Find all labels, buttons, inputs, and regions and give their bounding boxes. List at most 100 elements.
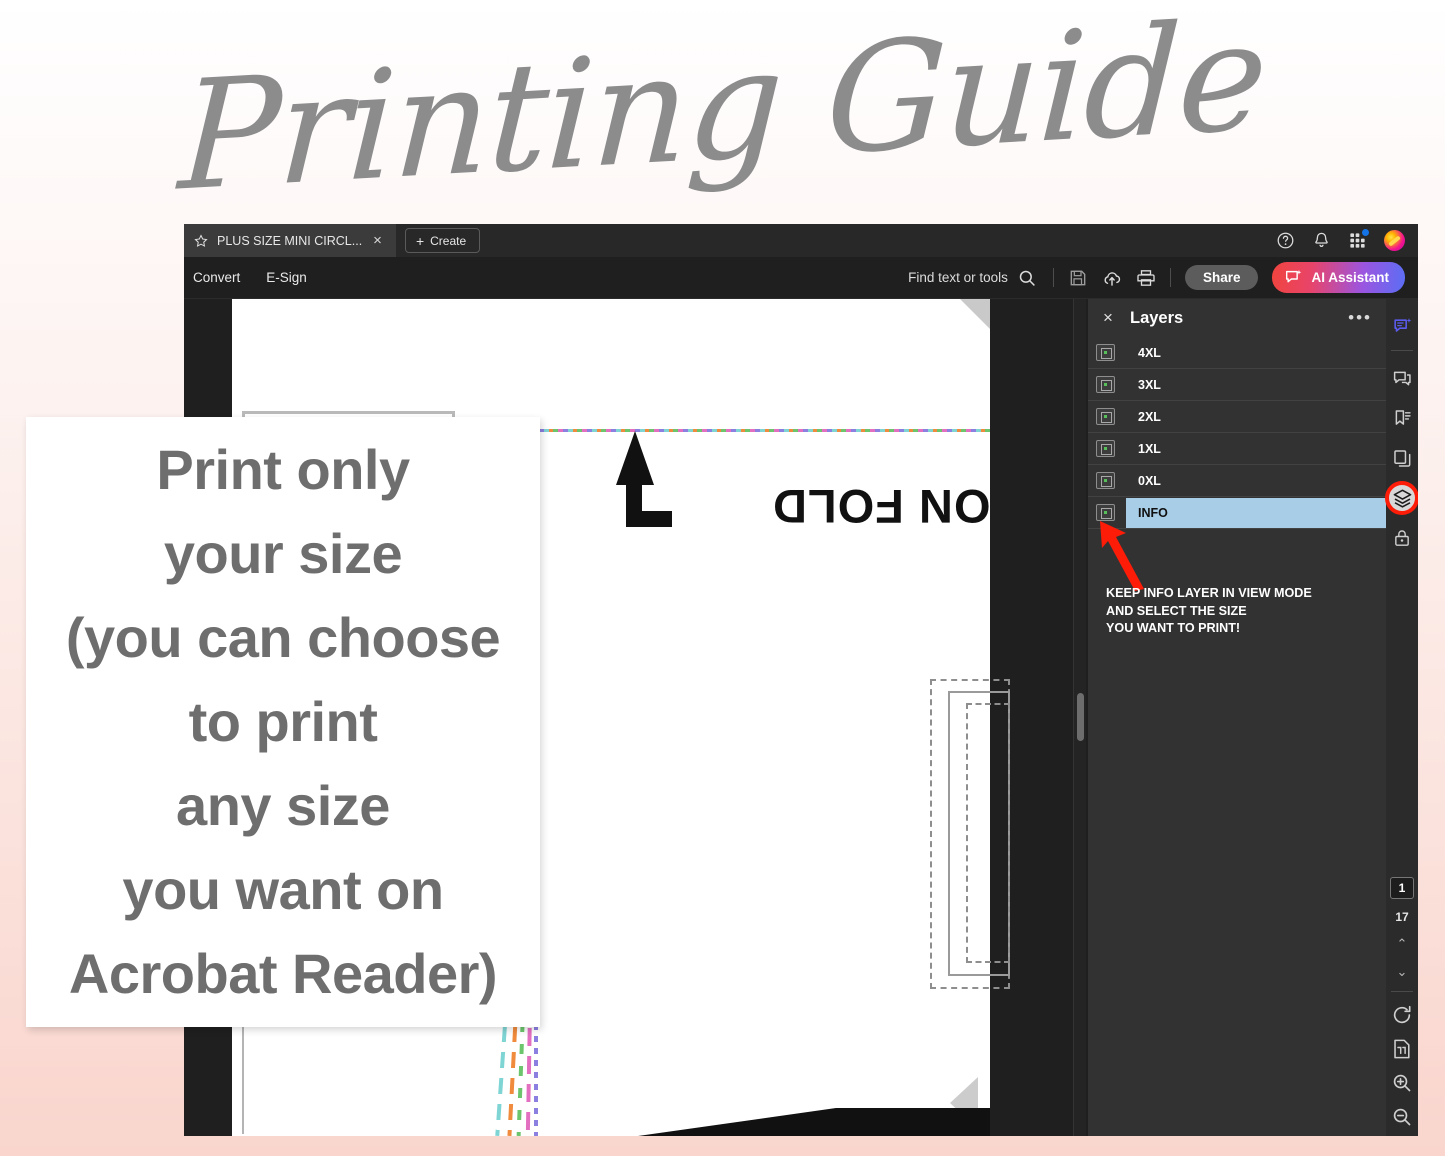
ai-sparkle-icon xyxy=(1284,268,1303,287)
star-icon[interactable] xyxy=(194,234,208,248)
layers-panel: × Layers ••• 4XL 3XL 2XL xyxy=(1088,299,1386,1136)
ai-assistant-icon[interactable] xyxy=(1389,313,1415,339)
search-placeholder: Find text or tools xyxy=(908,270,1008,285)
color-guide-line-horizontal xyxy=(496,429,990,432)
layer-label: 1XL xyxy=(1138,442,1161,456)
menu-esign[interactable]: E-Sign xyxy=(266,270,307,285)
lock-icon[interactable] xyxy=(1389,525,1415,551)
fit-one-to-one-icon[interactable] xyxy=(1391,1038,1413,1060)
layer-visibility-icon[interactable] xyxy=(1096,472,1115,489)
layer-row[interactable]: 0XL xyxy=(1088,465,1386,497)
pages-icon[interactable] xyxy=(1389,445,1415,471)
search-field[interactable]: Find text or tools xyxy=(908,268,1037,288)
rail-divider xyxy=(1391,350,1413,351)
nested-pattern-dashed-2 xyxy=(966,703,1010,963)
layers-icon[interactable] xyxy=(1389,485,1415,511)
rotate-icon[interactable] xyxy=(1391,1004,1413,1026)
bottom-shape-wedge xyxy=(638,1108,836,1136)
bookmark-icon[interactable] xyxy=(1389,405,1415,431)
current-page-input[interactable]: 1 xyxy=(1390,877,1414,899)
layer-name-cell: 4XL xyxy=(1126,338,1386,368)
overlay-line: (you can choose xyxy=(66,596,500,680)
layer-name-cell: 0XL xyxy=(1126,466,1386,496)
ai-assistant-button[interactable]: AI Assistant xyxy=(1272,262,1405,293)
comment-icon[interactable] xyxy=(1389,365,1415,391)
layers-panel-title: Layers xyxy=(1130,309,1183,328)
layer-row[interactable]: 4XL xyxy=(1088,337,1386,369)
layer-row[interactable]: 1XL xyxy=(1088,433,1386,465)
search-icon[interactable] xyxy=(1017,268,1037,288)
close-icon[interactable]: × xyxy=(1096,308,1120,328)
layer-row[interactable]: 2XL xyxy=(1088,401,1386,433)
layer-label: 0XL xyxy=(1138,474,1161,488)
overflow-menu-icon[interactable]: ••• xyxy=(1348,308,1372,328)
tab-strip-actions xyxy=(1276,224,1418,257)
fold-label: ON FOLD xyxy=(772,479,990,534)
layer-visibility-icon[interactable] xyxy=(1096,440,1115,457)
toolbar-actions: Find text or tools xyxy=(908,262,1405,293)
layer-row[interactable]: 3XL xyxy=(1088,369,1386,401)
zoom-out-icon[interactable] xyxy=(1391,1106,1413,1128)
help-icon[interactable] xyxy=(1276,231,1295,250)
layer-name-cell: 2XL xyxy=(1126,402,1386,432)
app-grid-icon[interactable] xyxy=(1348,231,1367,250)
scrollbar-thumb[interactable] xyxy=(1077,693,1084,741)
toolbar-divider xyxy=(1053,268,1054,287)
overlay-line: any size xyxy=(66,764,500,848)
print-icon[interactable] xyxy=(1136,268,1156,288)
save-icon[interactable] xyxy=(1068,268,1088,288)
layer-visibility-icon[interactable] xyxy=(1096,344,1115,361)
tab-strip: PLUS SIZE MINI CIRCL... × + Create xyxy=(184,224,1418,257)
ai-assistant-label: AI Assistant xyxy=(1311,271,1389,285)
notification-dot xyxy=(1362,229,1369,236)
right-rail: 1 17 ⌃ ⌄ xyxy=(1386,299,1418,1136)
zoom-in-icon[interactable] xyxy=(1391,1072,1413,1094)
layer-name-cell: 3XL xyxy=(1126,370,1386,400)
overlay-line: you want on xyxy=(66,848,500,932)
main-toolbar: Convert E-Sign Find text or tools xyxy=(184,257,1418,299)
layer-visibility-icon[interactable] xyxy=(1096,408,1115,425)
page-navigation: 1 17 ⌃ ⌄ xyxy=(1386,877,1418,1128)
banner: Printing Guide xyxy=(0,12,1445,202)
upload-cloud-icon[interactable] xyxy=(1102,268,1122,288)
layer-label: 3XL xyxy=(1138,378,1161,392)
rail-divider-bottom xyxy=(1391,991,1413,992)
plus-icon: + xyxy=(416,234,424,248)
next-page-icon[interactable]: ⌄ xyxy=(1397,964,1408,980)
vertical-scrollbar[interactable] xyxy=(1073,299,1086,1136)
layer-visibility-icon[interactable] xyxy=(1096,376,1115,393)
page-corner-fold-icon xyxy=(960,299,990,329)
overlay-line: Print only xyxy=(66,428,500,512)
layer-label: 4XL xyxy=(1138,346,1161,360)
avatar[interactable] xyxy=(1384,230,1405,251)
create-button[interactable]: + Create xyxy=(405,228,480,253)
document-tab-label: PLUS SIZE MINI CIRCL... xyxy=(217,234,362,248)
note-line-3: YOU WANT TO PRINT! xyxy=(1106,620,1370,638)
toolbar-menus: Convert E-Sign xyxy=(184,270,307,285)
note-line-1: KEEP INFO LAYER IN VIEW MODE xyxy=(1106,585,1370,603)
share-button[interactable]: Share xyxy=(1185,265,1259,291)
overlay-line: Acrobat Reader) xyxy=(66,932,500,1016)
page-title: Printing Guide xyxy=(175,0,1270,233)
layer-name-cell: INFO xyxy=(1126,498,1386,528)
red-pointer-arrow-icon xyxy=(1094,517,1160,591)
layer-label: 2XL xyxy=(1138,410,1161,424)
create-button-label: Create xyxy=(430,234,466,248)
layers-instruction-note: KEEP INFO LAYER IN VIEW MODE AND SELECT … xyxy=(1106,585,1370,638)
total-pages-label: 17 xyxy=(1395,910,1408,924)
bottom-shape-bar xyxy=(836,1108,990,1136)
instruction-overlay-text: Print only your size (you can choose to … xyxy=(60,428,506,1016)
fold-arrow-icon xyxy=(602,431,672,551)
bell-icon[interactable] xyxy=(1312,231,1331,250)
note-line-2: AND SELECT THE SIZE xyxy=(1106,603,1370,621)
layers-panel-header: × Layers ••• xyxy=(1088,299,1386,337)
menu-convert[interactable]: Convert xyxy=(193,270,240,285)
document-tab[interactable]: PLUS SIZE MINI CIRCL... × xyxy=(184,224,396,257)
toolbar-divider-2 xyxy=(1170,268,1171,287)
overlay-line: your size xyxy=(66,512,500,596)
overlay-line: to print xyxy=(66,680,500,764)
instruction-overlay-card: Print only your size (you can choose to … xyxy=(26,417,540,1027)
highlight-ring xyxy=(1385,481,1418,515)
previous-page-icon[interactable]: ⌃ xyxy=(1397,936,1408,952)
close-icon[interactable]: × xyxy=(371,233,384,248)
